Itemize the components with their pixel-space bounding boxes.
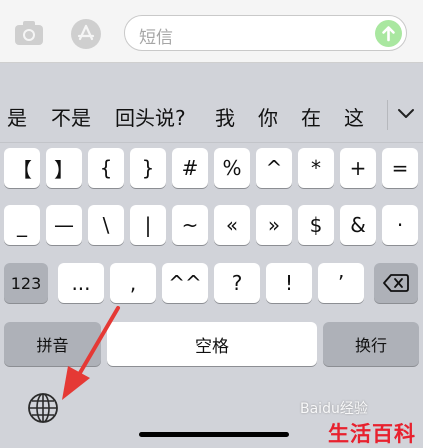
key[interactable]: ... — [58, 263, 104, 303]
pinyin-key[interactable]: 拼音 — [4, 322, 101, 366]
candidate-word[interactable]: 我 — [215, 102, 235, 131]
key[interactable]: % — [214, 148, 250, 188]
key[interactable]: \ — [88, 205, 124, 245]
home-indicator[interactable] — [139, 432, 289, 437]
candidate-separator — [0, 142, 423, 143]
candidate-divider — [387, 100, 388, 130]
candidate-bar: 是 不是 回头说? 我 你 在 这 — [0, 90, 423, 140]
return-key[interactable]: 换行 — [323, 322, 419, 366]
key[interactable]: * — [298, 148, 334, 188]
key[interactable]: { — [88, 148, 124, 188]
backspace-icon — [383, 274, 409, 292]
watermark-text: Baidu经验 — [300, 401, 368, 417]
delete-key[interactable] — [374, 263, 418, 303]
key[interactable]: ~ — [172, 205, 208, 245]
key[interactable]: ? — [214, 263, 260, 303]
key[interactable]: $ — [298, 205, 334, 245]
candidate-word[interactable]: 这 — [344, 102, 364, 131]
key[interactable]: ^ — [256, 148, 292, 188]
key[interactable]: = — [382, 148, 418, 188]
key[interactable]: — — [46, 205, 82, 245]
key[interactable]: } — [130, 148, 166, 188]
key[interactable]: _ — [4, 205, 40, 245]
camera-icon[interactable] — [14, 20, 44, 46]
key[interactable]: , — [110, 263, 156, 303]
key[interactable]: ^^ — [162, 263, 208, 303]
candidate-word[interactable]: 是 — [7, 102, 27, 131]
key[interactable]: 】 — [46, 148, 82, 188]
key[interactable]: · — [382, 205, 418, 245]
message-input-placeholder: 短信 — [139, 28, 173, 48]
key[interactable]: | — [130, 205, 166, 245]
message-compose-bar: 短信 — [0, 0, 423, 63]
candidate-word[interactable]: 在 — [301, 102, 321, 131]
candidate-word[interactable]: 你 — [258, 102, 278, 131]
send-button[interactable] — [375, 20, 402, 47]
app-store-icon[interactable] — [70, 18, 102, 50]
key[interactable]: & — [340, 205, 376, 245]
message-input[interactable]: 短信 — [124, 15, 407, 51]
numbers-key[interactable]: 123 — [4, 263, 48, 303]
key[interactable]: » — [256, 205, 292, 245]
key[interactable]: ’ — [318, 263, 364, 303]
candidate-word[interactable]: 不是 — [51, 102, 91, 131]
key[interactable]: + — [340, 148, 376, 188]
candidate-word[interactable]: 回头说? — [115, 102, 186, 131]
brand-logo-text: 生活百科 — [328, 422, 416, 446]
arrow-up-icon — [382, 26, 395, 42]
key[interactable]: # — [172, 148, 208, 188]
key[interactable]: ! — [266, 263, 312, 303]
key[interactable]: 【 — [4, 148, 40, 188]
globe-icon[interactable] — [27, 392, 59, 424]
key[interactable]: « — [214, 205, 250, 245]
space-key[interactable]: 空格 — [107, 322, 317, 366]
chevron-down-icon[interactable] — [394, 102, 418, 126]
